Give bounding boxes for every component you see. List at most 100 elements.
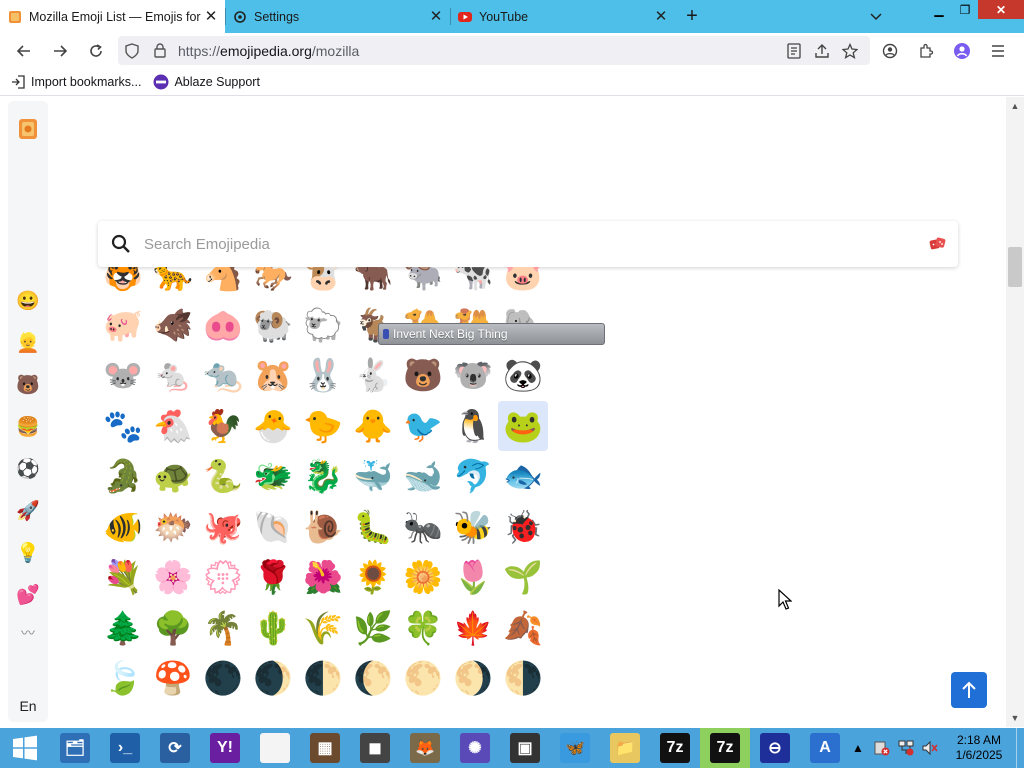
yahoo-messenger-app[interactable]: Y! <box>200 728 250 768</box>
emoji-cell[interactable]: 🍄 <box>148 653 198 703</box>
emoji-cell[interactable]: 💐 <box>98 552 148 602</box>
close-tab-icon[interactable]: ✕ <box>653 8 669 25</box>
emoji-cell[interactable]: 🌖 <box>448 653 498 703</box>
settings-app[interactable]: ✺ <box>450 728 500 768</box>
emoji-cell[interactable]: 🍀 <box>398 603 448 653</box>
sync-app[interactable]: ⟳ <box>150 728 200 768</box>
emoji-cell[interactable]: 🌳 <box>148 603 198 653</box>
emoji-cell[interactable]: 🌗 <box>498 653 548 703</box>
emoji-cell[interactable]: 🌴 <box>198 603 248 653</box>
emoji-cell[interactable]: 🌻 <box>348 552 398 602</box>
emoji-cell[interactable]: 🐟 <box>498 451 548 501</box>
emoji-cell[interactable]: 🌔 <box>348 653 398 703</box>
emoji-cell[interactable]: 🐨 <box>448 350 498 400</box>
reload-button[interactable] <box>78 36 114 66</box>
start-button[interactable] <box>0 728 50 768</box>
explorer-app[interactable]: 📁 <box>600 728 650 768</box>
close-tab-icon[interactable]: ✕ <box>428 8 444 25</box>
emoji-cell[interactable]: 🐥 <box>348 401 398 451</box>
emoji-cell[interactable]: 🐌 <box>298 502 348 552</box>
emoji-cell[interactable]: 🌼 <box>398 552 448 602</box>
emoji-cell[interactable]: 🍂 <box>498 603 548 653</box>
category-flags-icon[interactable]: 〰 <box>16 621 40 645</box>
emoji-cell[interactable]: 🐻 <box>398 350 448 400</box>
emoji-cell[interactable]: 🌺 <box>298 552 348 602</box>
emoji-cell[interactable]: 🐳 <box>348 451 398 501</box>
emoji-cell[interactable]: 🐞 <box>498 502 548 552</box>
emoji-cell[interactable]: 🌑 <box>198 653 248 703</box>
emoji-cell[interactable]: 🐠 <box>98 502 148 552</box>
page-scrollbar[interactable]: ▲ ▼ <box>1006 97 1024 727</box>
emoji-cell[interactable]: 🐦 <box>398 401 448 451</box>
7zip-app[interactable]: 7z <box>650 728 700 768</box>
butterfly-app[interactable]: 🦋 <box>550 728 600 768</box>
tab-settings[interactable]: Settings ✕ <box>225 0 450 33</box>
bookmark-ablaze-support[interactable]: Ablaze Support <box>153 74 260 90</box>
emoji-cell[interactable]: 🌒 <box>248 653 298 703</box>
extensions-icon[interactable] <box>908 43 944 59</box>
emoji-cell[interactable]: 🌱 <box>498 552 548 602</box>
system-monitor-app[interactable]: ▣ <box>500 728 550 768</box>
emoji-cell[interactable]: 🐍 <box>198 451 248 501</box>
emoji-cell[interactable]: 🐚 <box>248 502 298 552</box>
profile-icon[interactable] <box>944 42 980 60</box>
show-desktop-button[interactable] <box>1016 728 1024 768</box>
emoji-cell[interactable]: 🐭 <box>98 350 148 400</box>
emoji-cell[interactable]: 🐂 <box>348 267 398 299</box>
emoji-cell[interactable]: 🌾 <box>298 603 348 653</box>
emoji-cell[interactable]: 🐣 <box>248 401 298 451</box>
emoji-cell[interactable]: 🐀 <box>198 350 248 400</box>
emoji-cell[interactable]: 🌸 <box>148 552 198 602</box>
emoji-cell[interactable]: 🐎 <box>248 267 298 299</box>
emoji-cell[interactable]: 🐖 <box>98 300 148 350</box>
emoji-cell[interactable]: 🐔 <box>148 401 198 451</box>
emoji-cell[interactable]: 🐑 <box>298 300 348 350</box>
menu-icon[interactable] <box>980 44 1016 57</box>
minecraft-app[interactable]: ▦ <box>300 728 350 768</box>
emoji-cell[interactable]: 🌵 <box>248 603 298 653</box>
emoji-cell[interactable]: 🐁 <box>148 350 198 400</box>
emoji-cell[interactable]: 🐜 <box>398 502 448 552</box>
emoji-cell[interactable]: 🐮 <box>298 267 348 299</box>
network-icon[interactable] <box>894 740 918 756</box>
clock[interactable]: 2:18 AM 1/6/2025 <box>942 733 1016 763</box>
tab-youtube[interactable]: YouTube ✕ <box>450 0 675 33</box>
forward-button[interactable] <box>42 36 78 66</box>
emoji-cell[interactable]: 🌲 <box>98 603 148 653</box>
list-all-tabs-button[interactable] <box>856 0 896 33</box>
random-emoji-dice-icon[interactable] <box>918 236 958 252</box>
tray-overflow-icon[interactable]: ▲ <box>846 741 870 755</box>
emoji-cell[interactable]: 🐋 <box>398 451 448 501</box>
arc-app[interactable]: A <box>800 728 850 768</box>
powershell-app[interactable]: ›_ <box>100 728 150 768</box>
emoji-cell[interactable]: 🐊 <box>98 451 148 501</box>
restore-button[interactable]: ❐ <box>952 0 978 19</box>
emoji-cell[interactable]: 🍁 <box>448 603 498 653</box>
tab-emojipedia[interactable]: Mozilla Emoji List — Emojis for Mozilla … <box>0 0 225 33</box>
category-symbols-icon[interactable]: 💕 <box>16 583 40 607</box>
emojipedia-logo-icon[interactable] <box>16 117 40 141</box>
category-activities-icon[interactable]: ⚽ <box>16 457 40 481</box>
emoji-cell[interactable]: 🌿 <box>348 603 398 653</box>
scrollbar-thumb[interactable] <box>1008 247 1022 287</box>
emoji-cell[interactable]: 🐢 <box>148 451 198 501</box>
emoji-cell[interactable]: 🐷 <box>498 267 548 299</box>
shield-icon[interactable] <box>118 42 146 59</box>
share-icon[interactable] <box>808 43 836 59</box>
emoji-cell[interactable]: 🐲 <box>248 451 298 501</box>
emoji-cell[interactable]: 🌕 <box>398 653 448 703</box>
minimize-button[interactable]: ▁ <box>926 0 952 19</box>
emoji-cell[interactable]: 🐰 <box>298 350 348 400</box>
scroll-up-arrow-icon[interactable]: ▲ <box>1006 99 1024 113</box>
close-window-button[interactable]: ✕ <box>978 0 1024 19</box>
security-alert-icon[interactable] <box>870 740 894 756</box>
emoji-cell[interactable]: 🌹 <box>248 552 298 602</box>
emoji-cell[interactable]: 🐬 <box>448 451 498 501</box>
category-people-icon[interactable]: 👱 <box>16 331 40 355</box>
emoji-cell[interactable]: 🐝 <box>448 502 498 552</box>
scroll-down-arrow-icon[interactable]: ▼ <box>1006 711 1024 725</box>
file-manager-app[interactable]: 🗂 <box>50 728 100 768</box>
lock-icon[interactable] <box>146 43 174 58</box>
emoji-cell[interactable]: 🐯 <box>98 267 148 299</box>
emoji-cell[interactable]: 🐃 <box>398 267 448 299</box>
